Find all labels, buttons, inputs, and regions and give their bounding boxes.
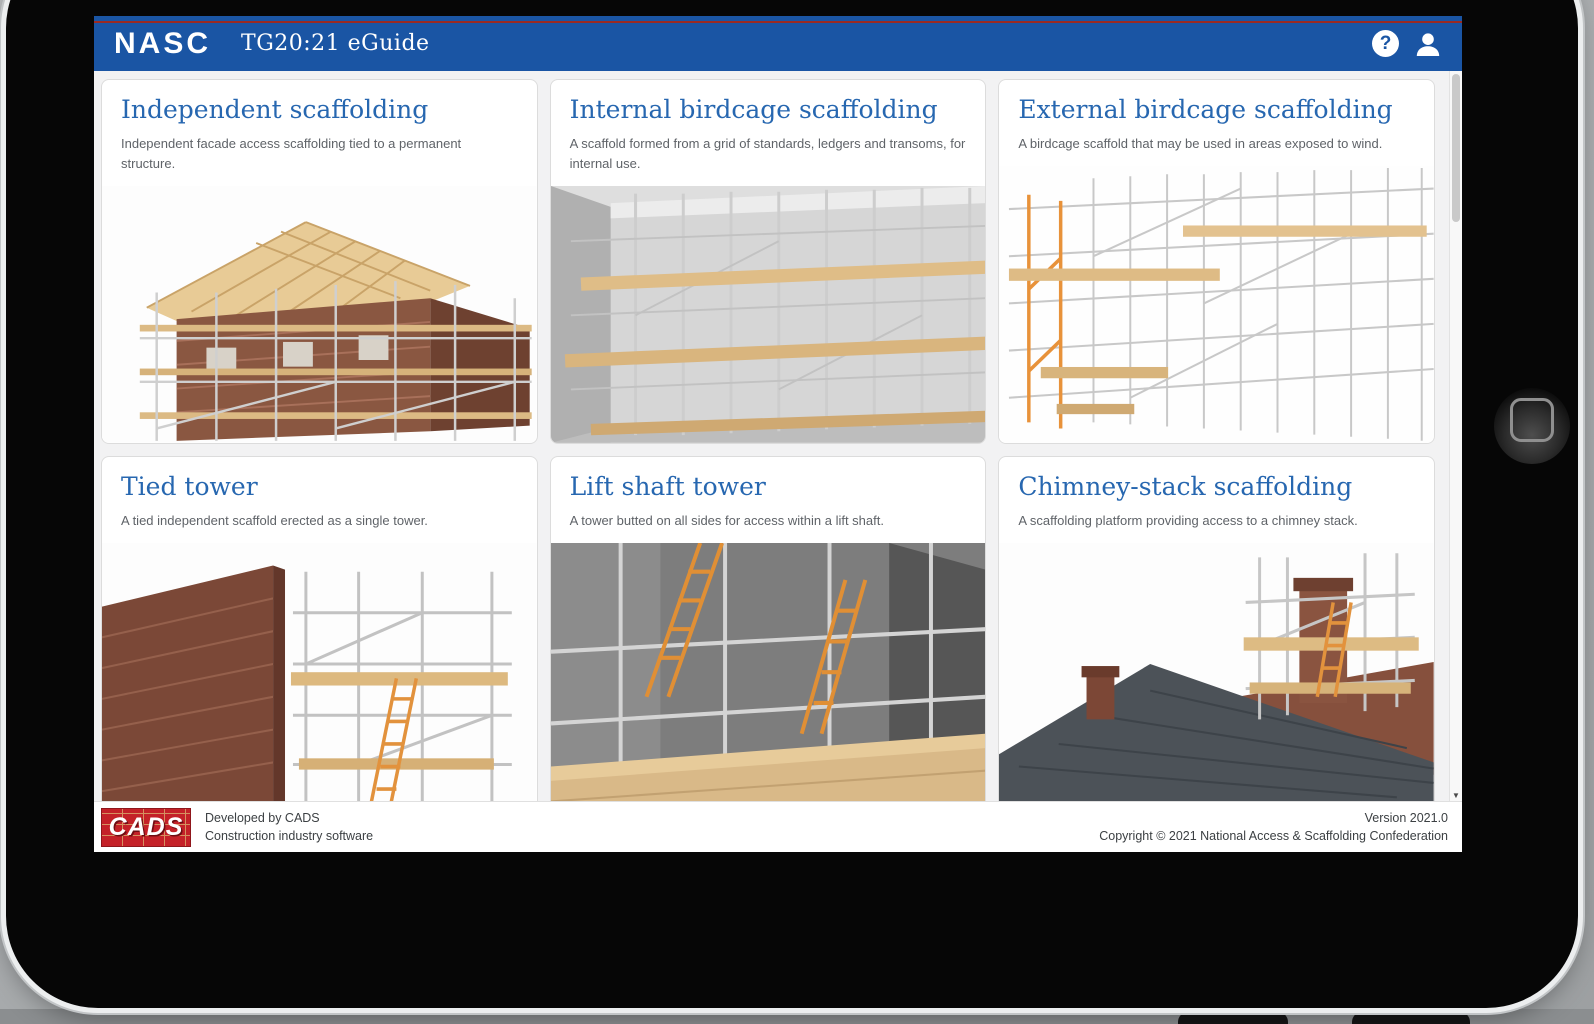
card-description: A scaffolding platform providing access … — [1018, 511, 1415, 531]
app-header: NASC TG20:21 eGuide ? — [94, 16, 1462, 71]
card-description: A scaffold formed from a grid of standar… — [570, 134, 967, 174]
screen: NASC TG20:21 eGuide ? Independent scaffo… — [94, 16, 1462, 852]
card-image-independent-scaffolding — [102, 186, 537, 443]
home-button-square-icon — [1510, 398, 1554, 442]
card-lift-shaft-tower[interactable]: Lift shaft tower A tower butted on all s… — [550, 456, 987, 801]
user-icon[interactable] — [1414, 30, 1442, 58]
app-footer: CADS Developed by CADS Construction indu… — [94, 801, 1462, 852]
cads-logo-text: CADS — [109, 813, 184, 842]
card-title: Lift shaft tower — [570, 472, 967, 501]
card-title: Independent scaffolding — [121, 95, 518, 124]
card-internal-birdcage-scaffolding[interactable]: Internal birdcage scaffolding A scaffold… — [550, 79, 987, 444]
card-image-internal-birdcage-scaffolding — [551, 186, 986, 443]
developed-by-text: Developed by CADS — [205, 809, 373, 827]
card-image-tied-tower — [102, 543, 537, 801]
card-title: External birdcage scaffolding — [1018, 95, 1415, 124]
background-object-right — [1352, 1012, 1470, 1024]
card-grid: Independent scaffolding Independent faca… — [94, 71, 1462, 801]
card-external-birdcage-scaffolding[interactable]: External birdcage scaffolding A birdcage… — [998, 79, 1435, 444]
home-button[interactable] — [1494, 388, 1570, 464]
scroll-down-arrow-icon[interactable]: ▼ — [1450, 791, 1462, 800]
card-chimney-stack-scaffolding[interactable]: Chimney-stack scaffolding A scaffolding … — [998, 456, 1435, 801]
scrollbar-thumb[interactable] — [1452, 74, 1460, 222]
tagline-text: Construction industry software — [205, 827, 373, 845]
background-object-left — [1178, 1012, 1288, 1024]
tablet-frame: NASC TG20:21 eGuide ? Independent scaffo… — [6, 0, 1578, 1008]
nasc-logo: NASC — [114, 27, 211, 61]
photo-background: NASC TG20:21 eGuide ? Independent scaffo… — [0, 0, 1594, 1024]
card-image-external-birdcage-scaffolding — [999, 166, 1434, 443]
card-image-chimney-stack-scaffolding — [999, 543, 1434, 801]
card-title: Tied tower — [121, 472, 518, 501]
card-description: A tied independent scaffold erected as a… — [121, 511, 518, 531]
card-tied-tower[interactable]: Tied tower A tied independent scaffold e… — [101, 456, 538, 801]
card-title: Internal birdcage scaffolding — [570, 95, 967, 124]
card-title: Chimney-stack scaffolding — [1018, 472, 1415, 501]
header-accent-line — [94, 21, 1462, 23]
help-icon[interactable]: ? — [1372, 30, 1399, 57]
version-text: Version 2021.0 — [1099, 809, 1448, 827]
copyright-text: Copyright © 2021 National Access & Scaff… — [1099, 827, 1448, 845]
card-description: Independent facade access scaffolding ti… — [121, 134, 518, 174]
card-description: A birdcage scaffold that may be used in … — [1018, 134, 1415, 154]
card-description: A tower butted on all sides for access w… — [570, 511, 967, 531]
page-title: TG20:21 eGuide — [241, 31, 430, 56]
card-image-lift-shaft-tower — [551, 543, 986, 801]
cads-logo: CADS — [101, 808, 191, 847]
card-independent-scaffolding[interactable]: Independent scaffolding Independent faca… — [101, 79, 538, 444]
vertical-scrollbar[interactable]: ▼ — [1449, 71, 1462, 801]
